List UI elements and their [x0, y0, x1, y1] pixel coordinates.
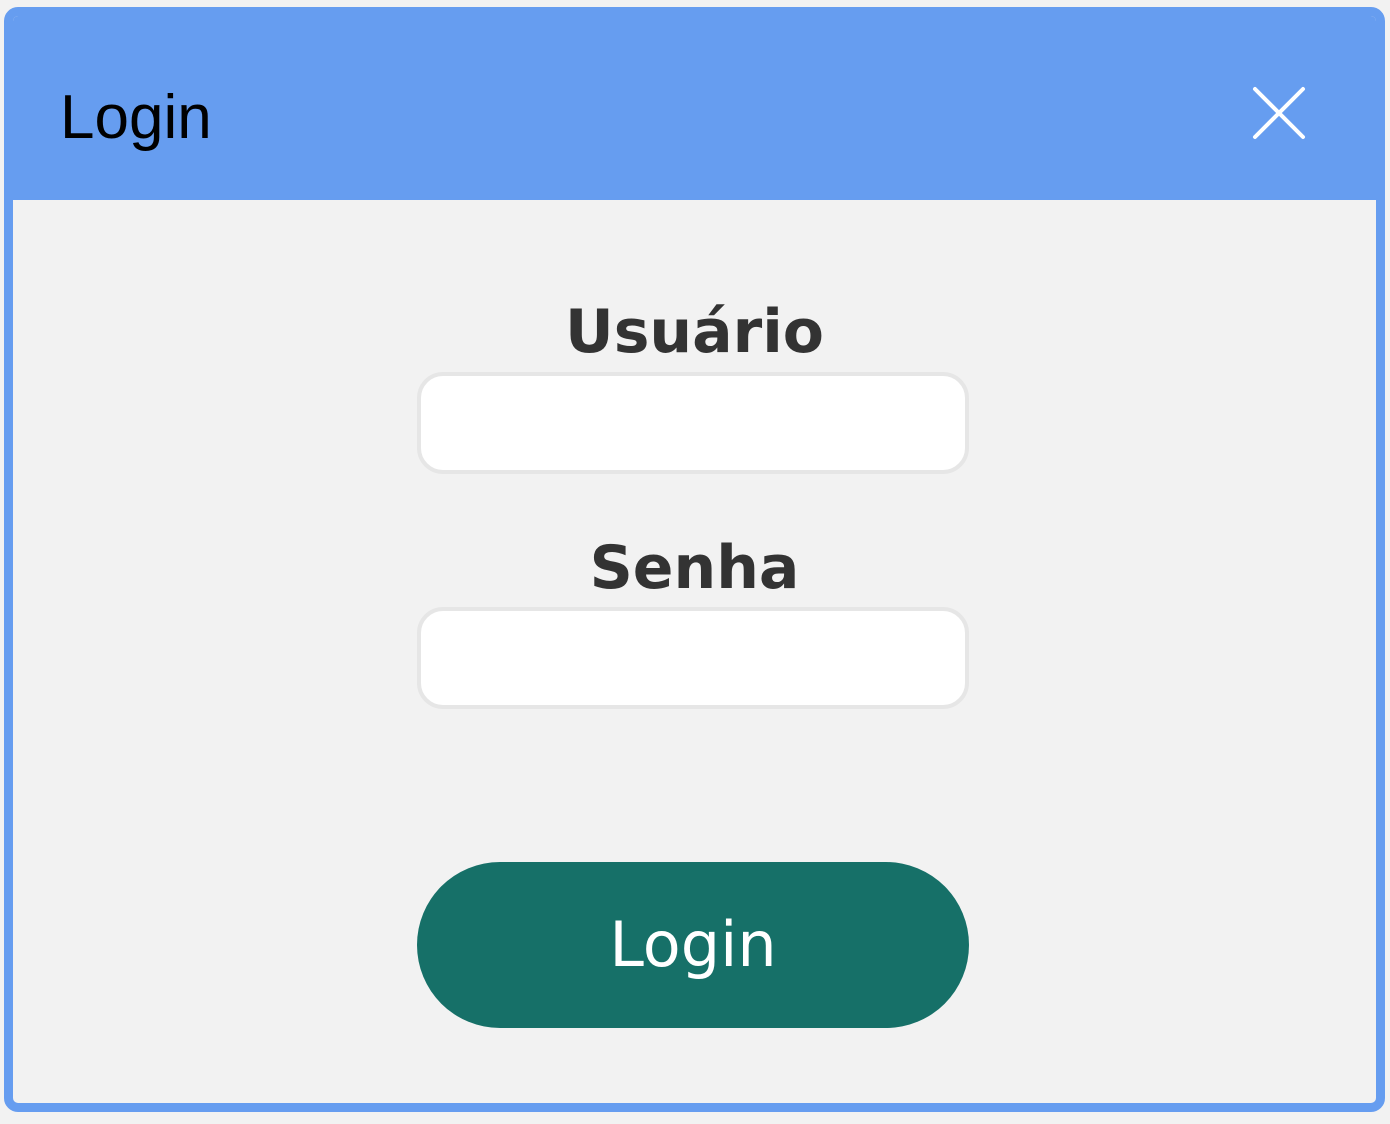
dialog-title: Login — [60, 83, 212, 152]
login-dialog: Login Usuário Senha Login — [4, 7, 1385, 1112]
password-label: Senha — [589, 533, 800, 603]
close-icon — [1253, 87, 1305, 139]
login-button[interactable]: Login — [417, 862, 969, 1028]
password-input[interactable] — [417, 607, 969, 709]
username-input[interactable] — [417, 372, 969, 474]
dialog-titlebar: Login — [13, 16, 1376, 200]
close-button[interactable] — [1251, 85, 1307, 141]
username-label: Usuário — [564, 297, 824, 367]
